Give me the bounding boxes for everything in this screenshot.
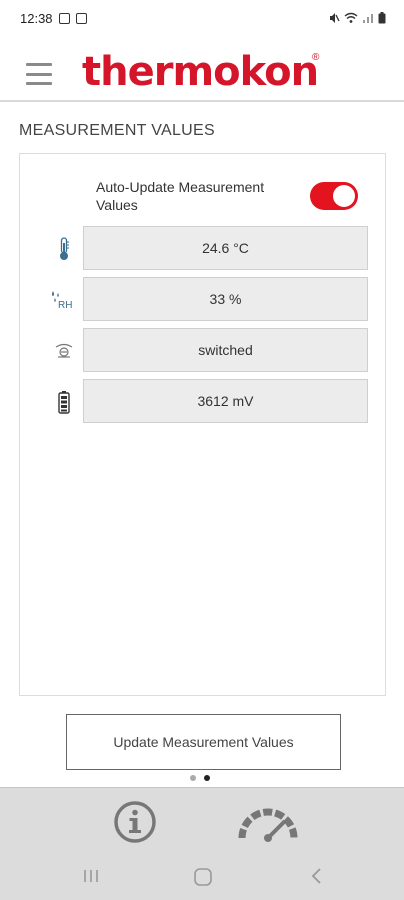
app-header: thermokon ® — [0, 36, 404, 102]
recent-apps-icon[interactable] — [82, 867, 100, 890]
home-icon[interactable] — [193, 867, 213, 892]
measurement-row-battery: 3612 mV — [20, 379, 387, 423]
measurement-row-contact: switched — [20, 328, 387, 372]
battery-status-icon — [378, 12, 386, 24]
measurement-row-temperature: 24.6 °C — [20, 226, 387, 270]
bottom-nav — [0, 787, 404, 853]
page-dot-2[interactable] — [204, 775, 210, 781]
humidity-icon: RH — [48, 287, 76, 313]
menu-icon[interactable] — [26, 63, 52, 85]
thermometer-icon — [52, 236, 76, 262]
status-time: 12:38 — [20, 10, 53, 26]
auto-update-toggle[interactable] — [310, 182, 358, 210]
contact-switch-icon — [52, 338, 76, 364]
signal-icon — [363, 14, 373, 23]
humidity-value: 33 % — [83, 277, 368, 321]
info-icon[interactable] — [113, 800, 157, 844]
wifi-icon — [344, 12, 358, 23]
page-dot-1[interactable] — [190, 775, 196, 781]
battery-value: 3612 mV — [83, 379, 368, 423]
gallery-notification-icon — [58, 12, 70, 24]
update-measurement-values-button[interactable]: Update Measurement Values — [66, 714, 341, 770]
system-nav-bar — [0, 853, 404, 900]
contact-value: switched — [83, 328, 368, 372]
page-indicator — [190, 775, 210, 781]
status-bar: 12:38 — [0, 0, 404, 36]
temperature-value: 24.6 °C — [83, 226, 368, 270]
mute-icon — [330, 13, 340, 23]
thermokon-logo: thermokon — [82, 49, 319, 95]
auto-update-label: Auto-Update Measurement Values — [96, 179, 265, 213]
gauge-icon[interactable] — [238, 802, 298, 842]
battery-icon — [52, 389, 76, 415]
page-title: MEASUREMENT VALUES — [19, 122, 215, 139]
measurement-card: Auto-Update Measurement Values 24.6 °C R… — [19, 153, 386, 696]
humidity-icon-label: RH — [58, 300, 72, 311]
registered-mark: ® — [312, 52, 320, 63]
back-icon[interactable] — [310, 867, 324, 890]
measurement-row-humidity: RH 33 % — [20, 277, 387, 321]
toggle-knob — [333, 185, 355, 207]
app-notification-icon — [75, 12, 87, 24]
